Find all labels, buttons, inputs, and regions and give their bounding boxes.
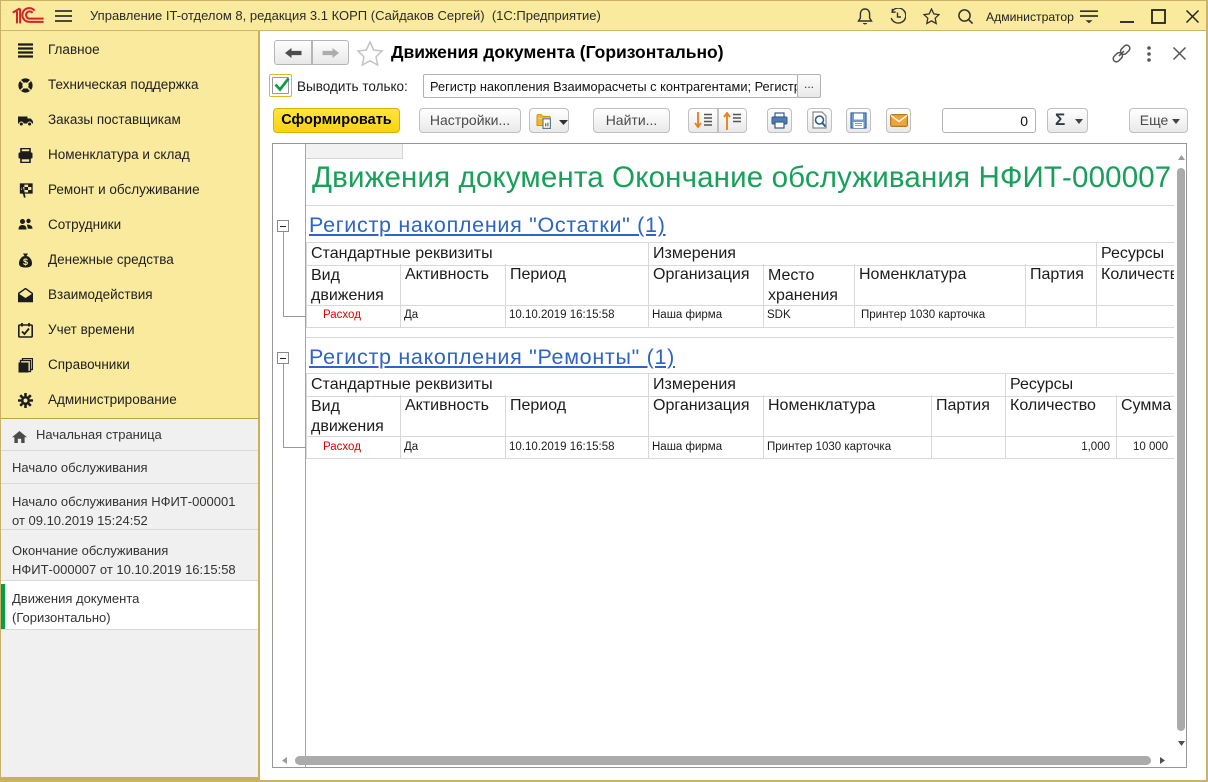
svg-text:$: $ — [23, 257, 28, 267]
